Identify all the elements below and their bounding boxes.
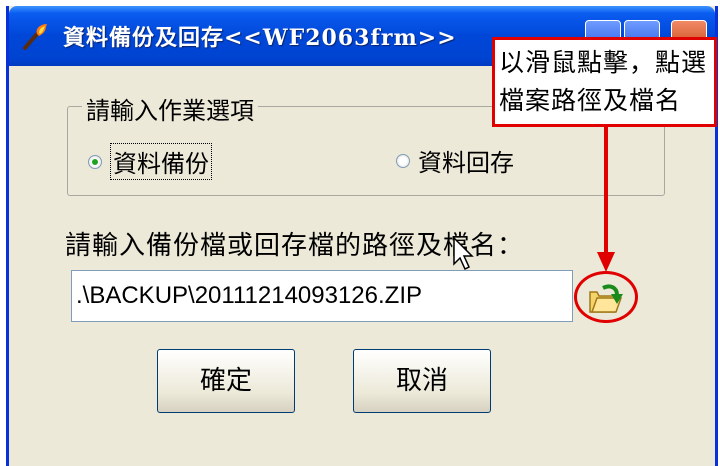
- radio-button-icon[interactable]: [88, 154, 102, 169]
- window-title: 資料備份及回存<<WF2063frm>>: [63, 25, 457, 51]
- annotation-line-1: 以滑鼠點擊，點選: [499, 48, 708, 77]
- annotation-callout: 以滑鼠點擊，點選 檔案路徑及檔名: [492, 37, 717, 127]
- radio-backup[interactable]: 資料備份: [88, 143, 212, 180]
- torch-icon: [23, 24, 47, 50]
- mouse-pointer-icon: [453, 236, 474, 271]
- radio-selected-dot: [92, 158, 98, 165]
- highlight-circle: [574, 271, 638, 323]
- path-input[interactable]: .\BACKUP\20111214093126.ZIP: [71, 270, 573, 322]
- radio-button-icon[interactable]: [396, 153, 410, 168]
- cancel-button[interactable]: 取消: [353, 349, 491, 413]
- options-group-legend: 請輸入作業選項: [82, 91, 258, 126]
- radio-restore[interactable]: 資料回存: [396, 143, 514, 178]
- ok-button[interactable]: 確定: [157, 349, 295, 413]
- radio-backup-label[interactable]: 資料備份: [110, 143, 212, 180]
- annotation-line-2: 檔案路徑及檔名: [499, 86, 682, 115]
- radio-restore-label[interactable]: 資料回存: [418, 143, 514, 178]
